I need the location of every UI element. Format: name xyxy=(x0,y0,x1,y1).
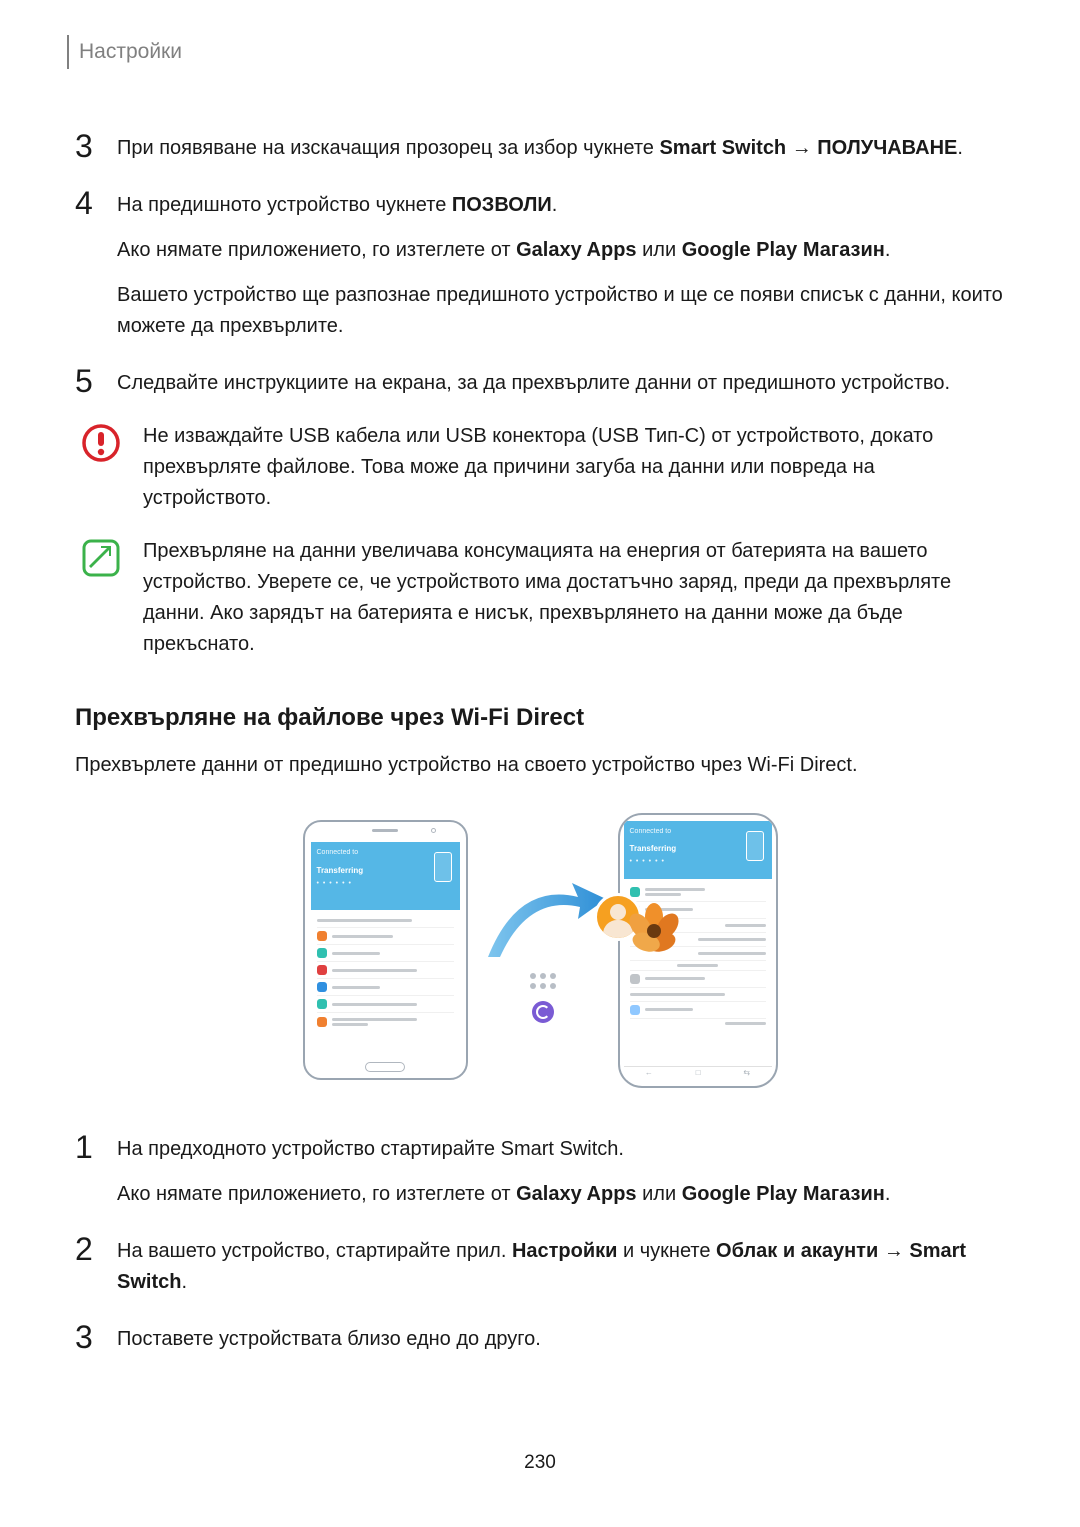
step-text: При появяване на изскачащия прозорец за … xyxy=(117,133,1005,164)
step-number: 3 xyxy=(75,129,117,164)
text-fragment: . xyxy=(181,1271,187,1293)
text-bold: ПОЛУЧАВАНЕ xyxy=(817,137,957,159)
text-bold: Настройки xyxy=(512,1240,618,1262)
warning-icon xyxy=(81,423,121,463)
list-item xyxy=(317,996,454,1013)
text-fragment: . xyxy=(885,239,891,261)
list-item xyxy=(317,979,454,996)
list-item xyxy=(630,961,766,971)
warning-text: Не изваждайте USB кабела или USB конекто… xyxy=(143,421,1005,514)
flower-icon xyxy=(626,903,682,959)
step-body: На предишното устройство чукнете ПОЗВОЛИ… xyxy=(117,186,1005,342)
arrow-glyph: → xyxy=(786,137,817,159)
list-item xyxy=(630,988,766,1002)
section-heading: Прехвърляне на файлове чрез Wi-Fi Direct xyxy=(75,700,1005,736)
nav-bar: ← □ ⇆ xyxy=(624,1066,772,1080)
list-item xyxy=(630,1019,766,1028)
step-text: На вашето устройство, стартирайте прил. … xyxy=(117,1236,1005,1298)
step-body: На вашето устройство, стартирайте прил. … xyxy=(117,1232,1005,1298)
page-header: Настройки xyxy=(67,35,1005,69)
step-3-top: 3 При появяване на изскачащия прозорец з… xyxy=(75,129,1005,164)
step-number: 5 xyxy=(75,364,117,399)
hdr-dots: • • • • • • xyxy=(317,879,454,890)
list-item xyxy=(317,962,454,979)
nav-home-icon: □ xyxy=(696,1067,701,1079)
note-icon xyxy=(81,538,121,578)
list-item xyxy=(630,971,766,988)
header-title: Настройки xyxy=(75,36,182,68)
text-bold: Galaxy Apps xyxy=(516,1183,636,1205)
text-bold: Google Play Магазин xyxy=(682,239,885,261)
screen-list xyxy=(311,910,460,1035)
screen-header: Connected to Transferring • • • • • • xyxy=(624,821,772,879)
step-number: 1 xyxy=(75,1130,117,1165)
text-fragment: Ако нямате приложението, го изтеглете от xyxy=(117,239,516,261)
info-note: Прехвърляне на данни увеличава консумаци… xyxy=(75,536,1005,660)
step-text: Следвайте инструкциите на екрана, за да … xyxy=(117,368,1005,399)
text-fragment: или xyxy=(637,1183,682,1205)
dots-icon xyxy=(530,973,556,989)
step-1-bottom: 1 На предходното устройство стартирайте … xyxy=(75,1130,1005,1210)
text-fragment: На предишното устройство чукнете xyxy=(117,194,452,216)
step-number: 4 xyxy=(75,186,117,221)
step-2-bottom: 2 На вашето устройство, стартирайте прил… xyxy=(75,1232,1005,1298)
text-bold: Smart Switch xyxy=(659,137,786,159)
text-fragment: или xyxy=(637,239,682,261)
step-text: Вашето устройство ще разпознае предишнот… xyxy=(117,280,1005,342)
text-fragment: . xyxy=(552,194,558,216)
page-number: 230 xyxy=(524,1449,556,1478)
phone-left-screen: Connected to Transferring • • • • • • xyxy=(311,842,460,1056)
refresh-icon xyxy=(532,1001,554,1023)
text-fragment: При появяване на изскачащия прозорец за … xyxy=(117,137,659,159)
text-bold: Galaxy Apps xyxy=(516,239,636,261)
list-item xyxy=(317,928,454,945)
list-item xyxy=(630,883,766,902)
text-fragment: . xyxy=(957,137,963,159)
hdr-small: Connected to xyxy=(317,848,454,859)
text-fragment: На вашето устройство, стартирайте прил. xyxy=(117,1240,512,1262)
step-5-top: 5 Следвайте инструкциите на екрана, за д… xyxy=(75,364,1005,399)
nav-recent-icon: ⇆ xyxy=(743,1067,750,1079)
step-number: 3 xyxy=(75,1320,117,1355)
arrow-glyph: → xyxy=(878,1240,909,1262)
section-intro: Прехвърлете данни от предишно устройство… xyxy=(75,750,1005,780)
step-text: Ако нямате приложението, го изтеглете от… xyxy=(117,1179,1005,1210)
page: Настройки 3 При появяване на изскачащия … xyxy=(0,0,1080,1527)
transfer-middle xyxy=(478,877,608,1023)
step-text: На предишното устройство чукнете ПОЗВОЛИ… xyxy=(117,190,1005,221)
phone-right-wrap: Connected to Transferring • • • • • • xyxy=(618,813,778,1088)
info-text: Прехвърляне на данни увеличава консумаци… xyxy=(143,536,1005,660)
step-text: Поставете устройствата близо едно до дру… xyxy=(117,1324,1005,1355)
step-body: Следвайте инструкциите на екрана, за да … xyxy=(117,364,1005,399)
step-body: Поставете устройствата близо едно до дру… xyxy=(117,1320,1005,1355)
phone-left: Connected to Transferring • • • • • • xyxy=(303,820,468,1080)
hdr-title: Transferring xyxy=(317,865,454,877)
arrow-icon xyxy=(478,877,608,967)
step-body: На предходното устройство стартирайте Sm… xyxy=(117,1130,1005,1210)
step-3-bottom: 3 Поставете устройствата близо едно до д… xyxy=(75,1320,1005,1355)
warning-note: Не изваждайте USB кабела или USB конекто… xyxy=(75,421,1005,514)
step-body: При появяване на изскачащия прозорец за … xyxy=(117,129,1005,164)
screen-header: Connected to Transferring • • • • • • xyxy=(311,842,460,910)
list-item xyxy=(317,914,454,928)
step-4-top: 4 На предишното устройство чукнете ПОЗВО… xyxy=(75,186,1005,342)
text-bold: ПОЗВОЛИ xyxy=(452,194,552,216)
text-fragment: Ако нямате приложението, го изтеглете от xyxy=(117,1183,516,1205)
step-text: Ако нямате приложението, го изтеглете от… xyxy=(117,235,1005,266)
nav-back-icon: ← xyxy=(645,1067,653,1079)
list-item xyxy=(317,945,454,962)
step-text: На предходното устройство стартирайте Sm… xyxy=(117,1134,1005,1165)
text-bold: Облак и акаунти xyxy=(716,1240,878,1262)
transfer-illustration: Connected to Transferring • • • • • • xyxy=(75,810,1005,1090)
list-item xyxy=(630,1002,766,1019)
list-item xyxy=(317,1013,454,1031)
text-fragment: . xyxy=(885,1183,891,1205)
text-bold: Google Play Магазин xyxy=(682,1183,885,1205)
text-fragment: и чукнете xyxy=(617,1240,716,1262)
step-number: 2 xyxy=(75,1232,117,1267)
hdr-dots: • • • • • • xyxy=(630,857,766,868)
